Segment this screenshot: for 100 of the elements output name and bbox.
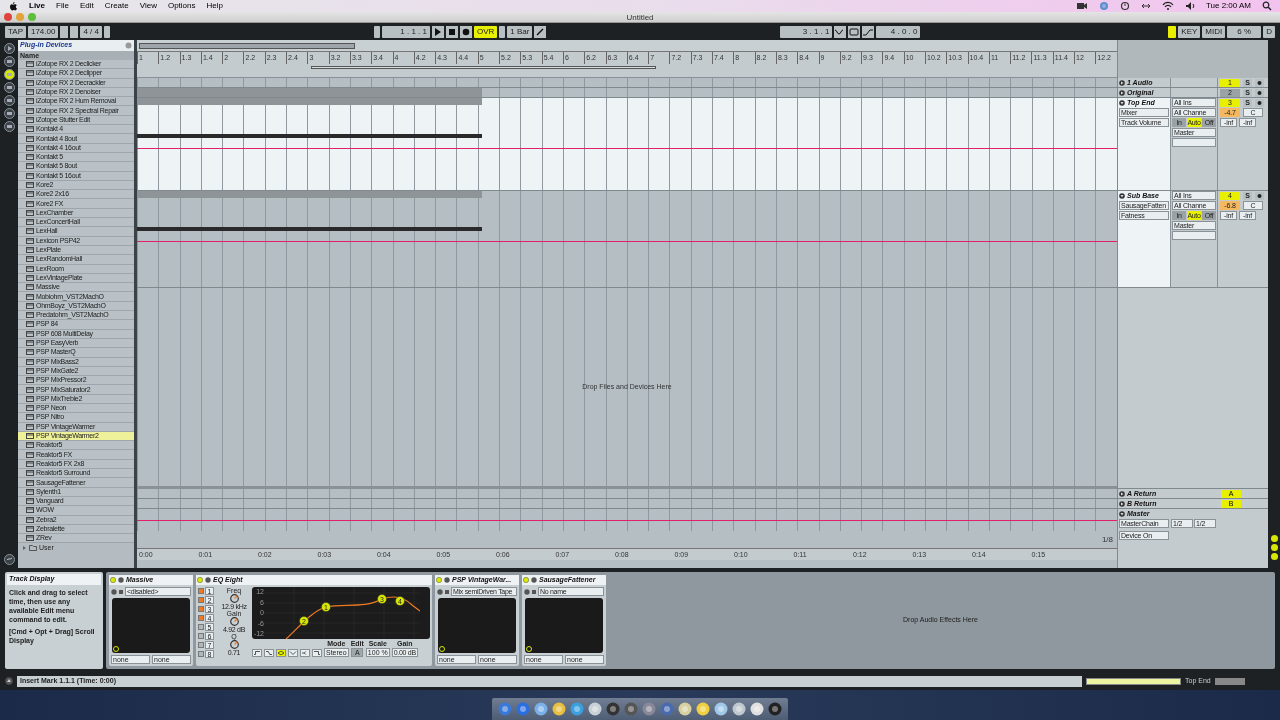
filter-type-button[interactable] [312,649,322,657]
band-toggle[interactable] [198,642,204,648]
app-icon[interactable] [696,702,710,716]
pencil-icon[interactable] [534,25,547,38]
cpu-meter[interactable]: 6 % [1227,25,1262,38]
fold-toggle-icon[interactable] [1119,89,1125,96]
quantize-menu-button[interactable] [499,25,506,38]
output-channel-chooser[interactable] [1172,231,1216,240]
position-field[interactable]: 1 . 1 . 1 [382,25,430,38]
app-icon[interactable] [678,702,692,716]
device-on-toggle[interactable] [197,577,203,583]
clip[interactable] [137,88,482,97]
fold-toggle-icon[interactable] [1119,500,1125,507]
arm-button[interactable] [1255,98,1264,107]
loop-button[interactable] [848,25,861,38]
fold-toggle-icon[interactable] [1119,490,1125,497]
play-button[interactable] [432,25,444,38]
tap-button[interactable]: TAP [5,25,26,38]
app-icon[interactable] [732,702,746,716]
disk-overload-indicator[interactable]: D [1263,25,1275,38]
view-selector[interactable] [1214,677,1245,685]
xy-handle[interactable] [439,646,445,652]
app-icon[interactable] [768,702,782,716]
punch-out-button[interactable] [862,25,875,38]
loop-brace[interactable] [311,65,656,69]
device-icon[interactable] [3,56,15,67]
help-icon[interactable] [5,677,13,685]
filter-type-button[interactable] [276,649,286,657]
overdub-button[interactable]: OVR [474,25,498,38]
play-icon[interactable] [3,43,15,54]
stop-button[interactable] [446,25,458,38]
nudge-down-button[interactable] [60,25,69,38]
camera-icon[interactable] [1075,1,1088,11]
grid-size-label[interactable]: 1/8 [1101,535,1113,544]
filter-type-button[interactable] [252,649,262,657]
wifi-icon[interactable] [1161,1,1174,11]
menu-item[interactable]: Create [104,0,129,12]
fold-toggle-icon[interactable] [205,577,211,583]
folder-icon[interactable] [3,82,15,93]
menu-item[interactable]: Edit [79,0,94,12]
follow-button[interactable] [374,25,380,38]
folder-icon[interactable] [3,95,15,106]
plug-icon[interactable] [3,69,15,80]
app-icon[interactable] [642,702,656,716]
key-map-button[interactable]: KEY [1178,25,1201,38]
apple-logo-icon[interactable] [8,1,18,11]
computer-midi-button[interactable] [1168,25,1177,38]
overview-range[interactable] [139,42,355,49]
time-signature-field[interactable]: 4 / 4 [80,25,102,38]
menubar-clock[interactable]: Tue 2:00 AM [1205,0,1251,12]
app-icon[interactable] [714,702,728,716]
arm-button[interactable] [1255,191,1264,200]
output-channel-chooser[interactable] [1172,138,1216,147]
search-icon[interactable] [1262,1,1272,11]
fold-toggle-icon[interactable] [1119,99,1125,106]
fold-toggle-icon[interactable] [1119,192,1125,199]
unfold-icon[interactable] [524,588,530,595]
device-on-toggle[interactable] [110,577,116,583]
speaker-icon[interactable] [1184,1,1195,11]
app-icon[interactable] [552,702,566,716]
unfold-icon[interactable] [437,588,443,595]
app-icon[interactable] [570,702,584,716]
folder-icon[interactable] [3,108,15,119]
knob[interactable] [229,594,239,603]
midi-map-button[interactable]: MIDI [1202,25,1226,38]
filter-type-button[interactable] [264,649,274,657]
menu-item[interactable]: Options [167,0,196,12]
metronome-button[interactable] [104,25,110,38]
fold-toggle-icon[interactable] [118,577,124,583]
device-on-toggle[interactable] [523,577,529,583]
arm-button[interactable] [1255,78,1264,87]
scroll-bar[interactable] [1086,677,1181,685]
loop-start-field[interactable]: 3 . 1 . 1 [780,25,833,38]
tempo-field[interactable]: 174.00 [27,25,59,38]
expand-arrow-icon[interactable] [22,544,27,551]
close-button[interactable] [4,13,12,21]
menu-item[interactable]: View [139,0,157,12]
band-toggle[interactable] [198,633,204,639]
fold-toggle-icon[interactable] [444,577,450,583]
app-menu[interactable]: Live [29,0,45,12]
band-toggle[interactable] [198,597,204,603]
quantize-dropdown[interactable]: 1 Bar [507,25,533,38]
app-icon[interactable] [588,702,602,716]
app-icon[interactable] [750,702,764,716]
knob[interactable] [229,617,239,626]
filter-type-button[interactable] [300,649,310,657]
band-toggle[interactable] [198,615,204,621]
xy-handle[interactable] [526,646,532,652]
band-toggle[interactable] [198,651,204,657]
band-toggle[interactable] [198,588,204,594]
folder-icon[interactable] [3,121,15,132]
record-button[interactable] [460,25,472,38]
xy-handle[interactable] [113,646,119,652]
app-icon[interactable] [624,702,638,716]
app-icon[interactable] [534,702,548,716]
punch-in-button[interactable] [834,25,847,38]
app-icon[interactable] [498,702,512,716]
menu-item[interactable]: Help [206,0,223,12]
clock-icon[interactable] [1119,1,1130,11]
loop-length-field[interactable]: 4 . 0 . 0 [876,25,921,38]
